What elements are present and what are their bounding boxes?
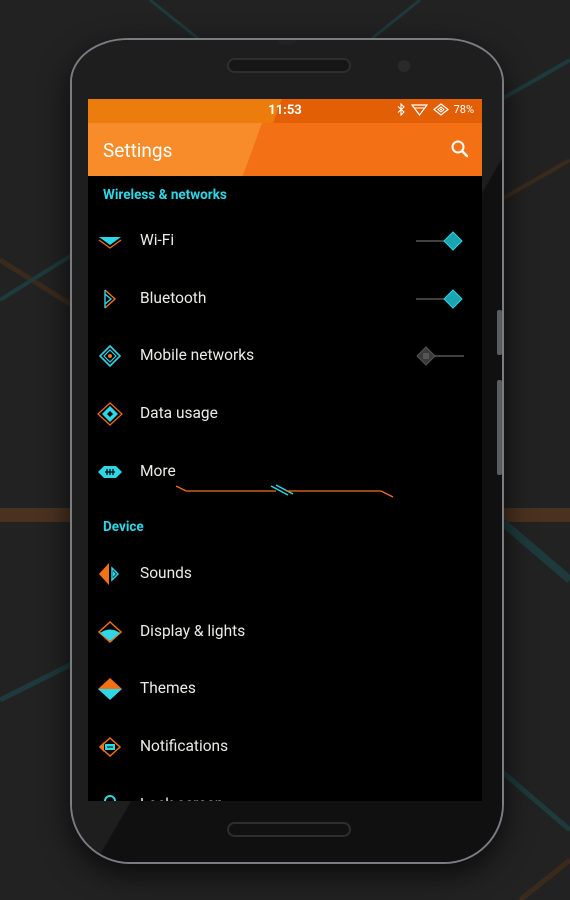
list-item-lock-screen[interactable]: Lock screen <box>88 777 482 801</box>
notifications-icon <box>98 736 122 758</box>
list-item-bluetooth[interactable]: Bluetooth <box>88 271 482 327</box>
list-item-display[interactable]: Display & lights <box>88 604 482 660</box>
item-label: Themes <box>140 679 196 697</box>
front-camera <box>398 60 410 72</box>
lock-icon <box>104 795 116 801</box>
wifi-icon <box>410 103 428 116</box>
wifi-icon <box>98 237 122 249</box>
item-label: Display & lights <box>140 622 246 640</box>
power-button <box>497 310 502 355</box>
volume-button <box>497 380 502 475</box>
section-header-device: Device <box>103 519 144 535</box>
mobile-networks-icon <box>98 344 122 368</box>
item-label: Bluetooth <box>140 289 207 307</box>
signal-icon <box>432 103 449 116</box>
mobile-networks-toggle[interactable] <box>416 346 464 366</box>
item-label: Wi-Fi <box>140 231 175 249</box>
item-label: Data usage <box>140 404 218 422</box>
themes-icon <box>98 678 122 700</box>
list-item-themes[interactable]: Themes <box>88 661 482 717</box>
item-label: Lock screen <box>140 795 223 801</box>
list-item-notifications[interactable]: Notifications <box>88 719 482 775</box>
screen: 11:53 78% Settings Wireless & networks W… <box>88 99 482 801</box>
earpiece-speaker <box>227 58 351 73</box>
list-item-wifi[interactable]: Wi-Fi <box>88 213 482 269</box>
bluetooth-icon <box>104 289 117 309</box>
sounds-icon <box>99 563 120 585</box>
item-label: More <box>140 462 176 480</box>
bluetooth-toggle[interactable] <box>416 289 464 309</box>
data-usage-icon <box>97 402 123 426</box>
bluetooth-icon <box>397 103 405 116</box>
search-icon[interactable] <box>448 137 472 161</box>
page-title: Settings <box>103 139 173 162</box>
list-item-sounds[interactable]: Sounds <box>88 546 482 602</box>
status-bar: 11:53 78% <box>88 99 482 123</box>
list-item-mobile-networks[interactable]: Mobile networks <box>88 328 482 384</box>
item-label: Notifications <box>140 737 229 755</box>
more-icon <box>98 466 122 478</box>
item-label: Sounds <box>140 564 192 582</box>
status-icons: 78% <box>397 103 474 116</box>
bottom-speaker <box>227 822 351 837</box>
item-label: Mobile networks <box>140 346 255 364</box>
section-header-wireless: Wireless & networks <box>103 187 227 203</box>
list-item-data-usage[interactable]: Data usage <box>88 386 482 442</box>
app-bar: Settings <box>88 123 482 176</box>
section-divider <box>176 484 394 498</box>
battery-percent: 78% <box>453 103 474 116</box>
wifi-toggle[interactable] <box>416 231 464 251</box>
display-icon <box>97 620 123 644</box>
